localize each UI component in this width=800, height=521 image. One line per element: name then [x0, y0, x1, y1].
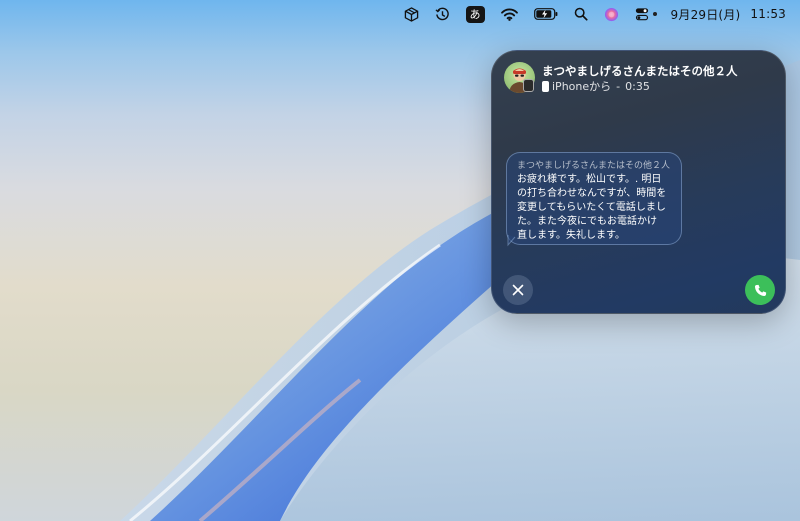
call-duration: 0:35 [625, 79, 650, 93]
close-icon [512, 284, 524, 296]
wifi-icon[interactable] [500, 3, 518, 25]
transcript-line: お疲れ様です。松山です。. 明日 [517, 174, 662, 185]
ime-label: あ [465, 5, 485, 23]
search-icon[interactable] [574, 3, 588, 25]
control-center-icon[interactable] [635, 3, 657, 25]
transcript-line: た。また今夜にでもお電話かけ [517, 216, 657, 227]
menubar-time[interactable]: 11:53 [750, 7, 786, 21]
transcript-line: 変更してもらいたくて電話しまし [517, 202, 666, 213]
menu-bar: あ 9月29日(月) 11:53 [0, 0, 800, 28]
decline-button[interactable] [503, 275, 533, 305]
voicemail-transcript-bubble: まつやましげるさんまたはその他２人 お疲れ様です。松山です。. 明日 の打ち合わ… [506, 152, 682, 245]
siri-icon[interactable] [604, 3, 619, 25]
iphone-badge-icon [523, 79, 534, 92]
transcript-text: お疲れ様です。松山です。. 明日 の打ち合わせなんですが、時間を 変更してもらい… [517, 173, 671, 243]
transcript-line: 直します。失礼します。 [517, 230, 625, 241]
transcript-line: の打ち合わせなんですが、時間を [517, 188, 667, 199]
menubar-date[interactable]: 9月29日(月) [671, 6, 741, 23]
call-separator: - [616, 79, 621, 93]
ime-icon[interactable]: あ [465, 3, 485, 25]
phone-icon [754, 284, 766, 296]
call-info: iPhoneから - 0:35 [542, 78, 650, 94]
incoming-call-notification[interactable]: まつやましげるさんまたはその他２人 iPhoneから - 0:35 まつやましげ… [491, 50, 786, 314]
bubble-sender: まつやましげるさんまたはその他２人 [517, 161, 671, 171]
caller-name: まつやましげるさんまたはその他２人 [542, 64, 738, 78]
accept-call-button[interactable] [745, 275, 775, 305]
iphone-icon [542, 80, 549, 92]
clock-history-icon[interactable] [435, 3, 450, 25]
package-icon[interactable] [404, 3, 419, 25]
battery-charging-icon[interactable] [533, 3, 558, 25]
control-center-dot [652, 12, 657, 16]
bubble-tail [507, 235, 516, 247]
call-source: iPhoneから [552, 80, 612, 93]
